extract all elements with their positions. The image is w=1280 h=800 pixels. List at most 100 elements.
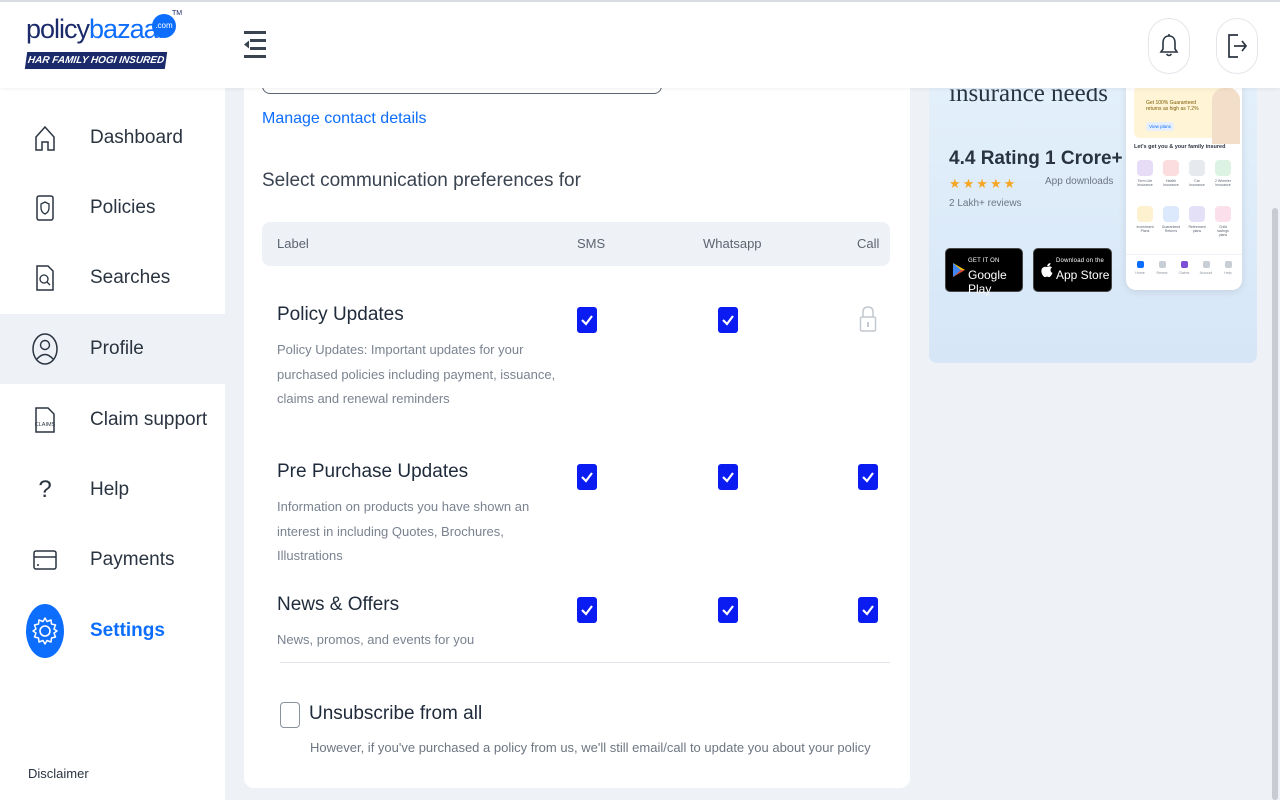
sidebar-item-dashboard[interactable]: Dashboard [0, 103, 225, 173]
preference-description: Information on products you have shown a… [277, 499, 530, 563]
preference-row-pre-purchase-updates: Pre Purchase Updates Information on prod… [262, 461, 890, 563]
call-checkbox[interactable] [858, 597, 878, 623]
preferences-title: Select communication preferences for [262, 170, 581, 191]
promo-heading: insurance needs [949, 88, 1108, 107]
whatsapp-checkbox[interactable] [718, 597, 738, 623]
checkmark-icon [581, 605, 593, 616]
question-mark-icon: ? [30, 475, 60, 505]
unsubscribe-note: However, if you've purchased a policy fr… [310, 740, 871, 755]
policy-document-icon [30, 193, 60, 223]
checkmark-icon [862, 472, 874, 483]
phone-nav-item: Account [1196, 261, 1216, 275]
top-header: policybazaar .com TM HAR FAMILY HOGI INS… [0, 0, 1280, 88]
column-header-whatsapp: Whatsapp [703, 236, 762, 251]
google-play-text: Google Play [968, 268, 1007, 296]
sidebar-item-payments[interactable]: Payments [0, 525, 225, 595]
preference-title: Pre Purchase Updates [277, 461, 469, 482]
sidebar-item-label: Searches [90, 267, 171, 288]
gear-icon [26, 604, 64, 658]
checkmark-icon [581, 315, 593, 326]
phone-bottom-nav: Home Renew Claims Account Help [1126, 254, 1242, 284]
phone-promo-text: Get 100% Guaranteed returns as high as 7… [1146, 100, 1199, 112]
whatsapp-checkbox[interactable] [718, 464, 738, 490]
column-header-label: Label [277, 236, 309, 251]
sidebar-item-profile[interactable]: Profile [0, 314, 225, 384]
card-icon [30, 545, 60, 575]
page-scrollbar[interactable] [1272, 208, 1278, 800]
checkmark-icon [862, 605, 874, 616]
google-play-small-text: GET IT ON [968, 258, 1000, 264]
checkmark-icon [722, 472, 734, 483]
google-play-icon [953, 263, 965, 277]
phone-tile: Guaranteed Returns [1161, 206, 1181, 233]
phone-tile: Health Insurance [1161, 160, 1181, 187]
app-rating: 4.4 Rating [949, 148, 1040, 169]
phone-person-image [1212, 88, 1240, 144]
preference-description: News, promos, and events for you [277, 632, 475, 647]
whatsapp-checkbox[interactable] [718, 307, 738, 333]
app-store-small-text: Download on the [1056, 258, 1105, 264]
google-play-button[interactable]: GET IT ON Google Play [945, 248, 1023, 296]
section-divider [280, 662, 890, 663]
logout-button[interactable] [1216, 18, 1258, 74]
sidebar-item-label: Policies [90, 197, 156, 218]
sidebar-item-searches[interactable]: Searches [0, 243, 225, 313]
sidebar-item-help[interactable]: ? Help [0, 455, 225, 525]
sidebar-item-label: Claim support [90, 409, 208, 430]
checkmark-icon [722, 315, 734, 326]
column-header-call: Call [857, 236, 880, 251]
rating-stars: ★★★★★ [949, 176, 1018, 191]
app-store-button[interactable]: Download on the App Store [1033, 248, 1112, 292]
phone-promo-button: View plans [1146, 122, 1174, 131]
preference-row-news-offers: News & Offers News, promos, and events f… [262, 594, 890, 654]
phone-tile: Car Insurance [1187, 160, 1207, 187]
checkmark-icon [722, 605, 734, 616]
reviews-count: 2 Lakh+ reviews [949, 198, 1022, 209]
user-icon [30, 333, 60, 365]
search-document-icon [30, 263, 60, 293]
preference-title: News & Offers [277, 594, 400, 615]
phone-nav-item: Help [1218, 261, 1238, 275]
phone-tile: Retirement plans [1187, 206, 1207, 233]
phone-promo-card: Get 100% Guaranteed returns as high as 7… [1134, 88, 1240, 144]
sidebar-item-settings[interactable]: Settings [0, 596, 225, 666]
sms-checkbox[interactable] [577, 464, 597, 490]
phone-nav-item: Renew [1152, 261, 1172, 275]
disclaimer-link[interactable]: Disclaimer [28, 766, 89, 781]
preferences-table-header: Label SMS Whatsapp Call [262, 222, 890, 266]
unsubscribe-all-checkbox[interactable] [280, 702, 300, 728]
logo-wordmark: policybazaar [26, 14, 167, 44]
unsubscribe-all-label[interactable]: Unsubscribe from all [309, 703, 482, 725]
call-checkbox[interactable] [858, 464, 878, 490]
sidebar-item-policies[interactable]: Policies [0, 173, 225, 243]
logo-tagline: HAR FAMILY HOGI INSURED [24, 52, 168, 69]
phone-nav-item: Claims [1174, 261, 1194, 275]
bell-icon [1159, 34, 1179, 57]
sidebar-item-label: Settings [90, 620, 165, 641]
phone-tile: Child savings plans [1213, 206, 1233, 237]
preference-description: Policy Updates: Important updates for yo… [277, 342, 556, 406]
sidebar-item-label: Profile [90, 338, 144, 359]
phone-tile: 2 Wheeler Insurance [1213, 160, 1233, 187]
question-mark-glyph: ? [38, 476, 52, 503]
communication-preferences-card: Manage contact details Select communicat… [244, 84, 910, 788]
column-header-sms: SMS [577, 236, 606, 251]
sms-checkbox[interactable] [577, 597, 597, 623]
sms-checkbox[interactable] [577, 307, 597, 333]
sidebar: Dashboard Policies Searches Profile CLAI… [0, 88, 225, 800]
apple-icon [1041, 263, 1053, 278]
logo-trademark: TM [172, 10, 183, 17]
app-phone-mockup: Get 100% Guaranteed returns as high as 7… [1126, 88, 1242, 290]
phone-caption: Let's get you & your family insured [1134, 144, 1226, 150]
menu-collapse-icon[interactable] [240, 28, 270, 64]
claims-icon-text: CLAIMS [35, 422, 56, 428]
app-promo-banner: insurance needs 4.4 Rating ★★★★★ 2 Lakh+… [929, 88, 1257, 363]
policybazaar-logo[interactable]: policybazaar .com TM HAR FAMILY HOGI INS… [24, 10, 186, 72]
sidebar-item-claim-support[interactable]: CLAIMS Claim support [0, 385, 225, 455]
notifications-button[interactable] [1148, 18, 1190, 74]
phone-tile: Term Life Insurance [1135, 160, 1155, 187]
app-store-text: App Store [1056, 268, 1110, 282]
sidebar-item-label: Help [90, 479, 130, 500]
preference-title: Policy Updates [277, 304, 404, 325]
manage-contact-details-link[interactable]: Manage contact details [262, 110, 427, 128]
